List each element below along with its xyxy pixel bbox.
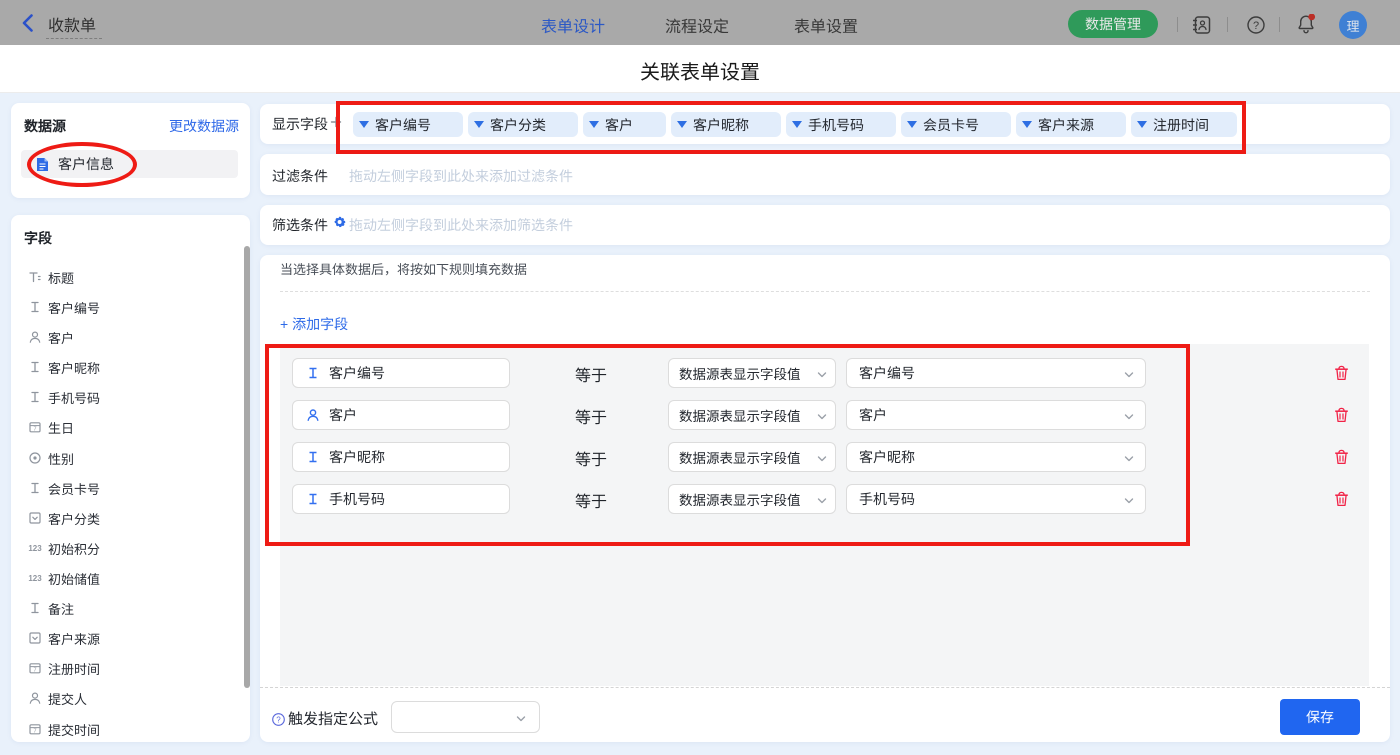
svg-text:?: ? (276, 715, 281, 724)
svg-text:7: 7 (33, 427, 36, 433)
svg-text:?: ? (1253, 20, 1259, 32)
svg-text:7: 7 (33, 729, 36, 735)
svg-text:7: 7 (33, 668, 36, 674)
